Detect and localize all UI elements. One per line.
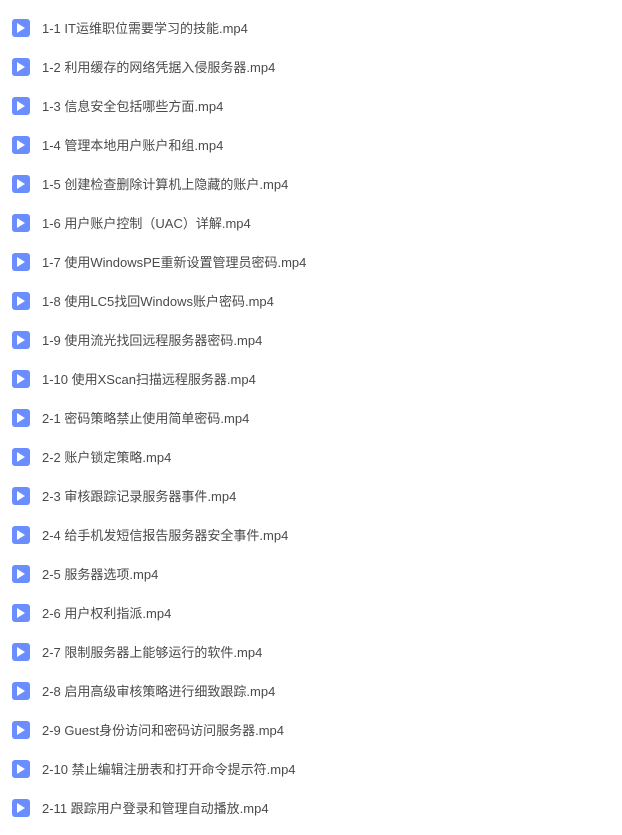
- video-file-icon: [12, 370, 30, 388]
- file-item[interactable]: 1-8 使用LC5找回Windows账户密码.mp4: [0, 281, 622, 320]
- file-name-label: 2-8 启用高级审核策略进行细致跟踪.mp4: [42, 681, 275, 700]
- video-file-icon: [12, 58, 30, 76]
- video-file-icon: [12, 604, 30, 622]
- file-name-label: 2-7 限制服务器上能够运行的软件.mp4: [42, 642, 262, 661]
- file-name-label: 1-2 利用缓存的网络凭据入侵服务器.mp4: [42, 57, 275, 76]
- file-name-label: 2-10 禁止编辑注册表和打开命令提示符.mp4: [42, 759, 296, 778]
- video-file-icon: [12, 175, 30, 193]
- file-item[interactable]: 1-6 用户账户控制（UAC）详解.mp4: [0, 203, 622, 242]
- file-name-label: 1-10 使用XScan扫描远程服务器.mp4: [42, 369, 256, 388]
- video-file-icon: [12, 721, 30, 739]
- video-file-icon: [12, 448, 30, 466]
- video-file-icon: [12, 487, 30, 505]
- file-item[interactable]: 2-4 给手机发短信报告服务器安全事件.mp4: [0, 515, 622, 554]
- file-item[interactable]: 1-5 创建检查删除计算机上隐藏的账户.mp4: [0, 164, 622, 203]
- video-file-icon: [12, 19, 30, 37]
- file-name-label: 2-2 账户锁定策略.mp4: [42, 447, 171, 466]
- file-name-label: 1-1 IT运维职位需要学习的技能.mp4: [42, 18, 248, 37]
- file-name-label: 2-6 用户权利指派.mp4: [42, 603, 171, 622]
- video-file-icon: [12, 799, 30, 817]
- video-file-icon: [12, 292, 30, 310]
- file-item[interactable]: 1-7 使用WindowsPE重新设置管理员密码.mp4: [0, 242, 622, 281]
- file-item[interactable]: 2-11 跟踪用户登录和管理自动播放.mp4: [0, 788, 622, 827]
- file-item[interactable]: 2-8 启用高级审核策略进行细致跟踪.mp4: [0, 671, 622, 710]
- file-name-label: 1-6 用户账户控制（UAC）详解.mp4: [42, 213, 251, 232]
- file-name-label: 1-9 使用流光找回远程服务器密码.mp4: [42, 330, 262, 349]
- file-name-label: 1-8 使用LC5找回Windows账户密码.mp4: [42, 291, 274, 310]
- file-item[interactable]: 1-4 管理本地用户账户和组.mp4: [0, 125, 622, 164]
- video-file-icon: [12, 253, 30, 271]
- file-item[interactable]: 1-2 利用缓存的网络凭据入侵服务器.mp4: [0, 47, 622, 86]
- file-name-label: 2-11 跟踪用户登录和管理自动播放.mp4: [42, 798, 269, 817]
- file-name-label: 2-4 给手机发短信报告服务器安全事件.mp4: [42, 525, 288, 544]
- file-item[interactable]: 2-3 审核跟踪记录服务器事件.mp4: [0, 476, 622, 515]
- file-name-label: 1-3 信息安全包括哪些方面.mp4: [42, 96, 223, 115]
- video-file-icon: [12, 682, 30, 700]
- file-item[interactable]: 1-3 信息安全包括哪些方面.mp4: [0, 86, 622, 125]
- file-item[interactable]: 2-7 限制服务器上能够运行的软件.mp4: [0, 632, 622, 671]
- file-item[interactable]: 2-5 服务器选项.mp4: [0, 554, 622, 593]
- file-name-label: 2-1 密码策略禁止使用简单密码.mp4: [42, 408, 249, 427]
- file-name-label: 1-7 使用WindowsPE重新设置管理员密码.mp4: [42, 252, 306, 271]
- file-item[interactable]: 2-10 禁止编辑注册表和打开命令提示符.mp4: [0, 749, 622, 788]
- video-file-icon: [12, 214, 30, 232]
- file-item[interactable]: 2-2 账户锁定策略.mp4: [0, 437, 622, 476]
- video-file-icon: [12, 331, 30, 349]
- file-list: 1-1 IT运维职位需要学习的技能.mp4 1-2 利用缓存的网络凭据入侵服务器.…: [0, 8, 622, 827]
- file-item[interactable]: 2-1 密码策略禁止使用简单密码.mp4: [0, 398, 622, 437]
- video-file-icon: [12, 643, 30, 661]
- video-file-icon: [12, 97, 30, 115]
- video-file-icon: [12, 565, 30, 583]
- file-item[interactable]: 2-9 Guest身份访问和密码访问服务器.mp4: [0, 710, 622, 749]
- file-name-label: 1-4 管理本地用户账户和组.mp4: [42, 135, 223, 154]
- video-file-icon: [12, 136, 30, 154]
- video-file-icon: [12, 526, 30, 544]
- file-item[interactable]: 2-6 用户权利指派.mp4: [0, 593, 622, 632]
- video-file-icon: [12, 409, 30, 427]
- file-item[interactable]: 1-9 使用流光找回远程服务器密码.mp4: [0, 320, 622, 359]
- file-name-label: 2-9 Guest身份访问和密码访问服务器.mp4: [42, 720, 284, 739]
- file-name-label: 2-3 审核跟踪记录服务器事件.mp4: [42, 486, 236, 505]
- file-item[interactable]: 1-1 IT运维职位需要学习的技能.mp4: [0, 8, 622, 47]
- video-file-icon: [12, 760, 30, 778]
- file-name-label: 1-5 创建检查删除计算机上隐藏的账户.mp4: [42, 174, 288, 193]
- file-name-label: 2-5 服务器选项.mp4: [42, 564, 158, 583]
- file-item[interactable]: 1-10 使用XScan扫描远程服务器.mp4: [0, 359, 622, 398]
